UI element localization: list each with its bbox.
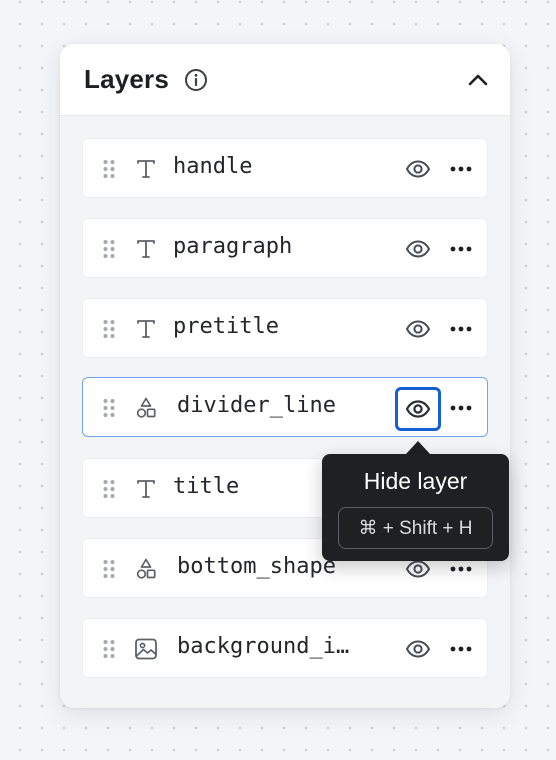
tooltip-title: Hide layer bbox=[363, 468, 468, 494]
layer-row-divider-line[interactable]: divider_line bbox=[82, 377, 488, 437]
layer-row-handle[interactable]: handle bbox=[82, 138, 488, 198]
layer-row-pretitle[interactable]: pretitle bbox=[82, 298, 488, 358]
layer-name[interactable]: handle bbox=[173, 154, 373, 179]
more-options-icon[interactable] bbox=[447, 317, 475, 341]
more-options-icon[interactable] bbox=[447, 157, 475, 181]
drag-handle-icon[interactable] bbox=[101, 158, 117, 180]
eye-icon bbox=[405, 560, 431, 578]
eye-icon bbox=[405, 160, 431, 178]
drag-handle-icon[interactable] bbox=[101, 238, 117, 260]
panel-title: Layers bbox=[84, 64, 170, 94]
drag-handle-icon[interactable] bbox=[101, 318, 117, 340]
more-options-icon[interactable] bbox=[447, 237, 475, 261]
layer-row-paragraph[interactable]: paragraph bbox=[82, 218, 488, 278]
text-icon bbox=[137, 240, 155, 258]
chevron-up-icon[interactable] bbox=[464, 66, 492, 94]
text-icon bbox=[137, 160, 155, 178]
visibility-toggle[interactable] bbox=[395, 230, 441, 268]
eye-icon bbox=[405, 320, 431, 338]
drag-handle-icon[interactable] bbox=[101, 558, 117, 580]
layer-name[interactable]: background_i… bbox=[177, 634, 369, 659]
visibility-toggle[interactable] bbox=[395, 310, 441, 348]
layer-name[interactable]: divider_line bbox=[177, 393, 369, 418]
layer-name[interactable]: paragraph bbox=[173, 234, 373, 259]
text-icon bbox=[137, 480, 155, 498]
image-icon bbox=[135, 638, 157, 660]
tooltip-arrow bbox=[406, 441, 430, 454]
layer-name[interactable]: pretitle bbox=[173, 314, 373, 339]
visibility-toggle[interactable] bbox=[395, 387, 441, 431]
drag-handle-icon[interactable] bbox=[101, 478, 117, 500]
layer-row-background-image[interactable]: background_i… bbox=[82, 618, 488, 678]
drag-handle-icon[interactable] bbox=[101, 638, 117, 660]
more-options-icon[interactable] bbox=[447, 637, 475, 661]
text-icon bbox=[137, 320, 155, 338]
panel-header: Layers bbox=[60, 44, 510, 116]
eye-icon bbox=[405, 240, 431, 258]
shapes-icon bbox=[136, 558, 156, 579]
info-circle-icon[interactable] bbox=[184, 68, 208, 92]
keyboard-shortcut: ⌘ + Shift + H bbox=[338, 507, 493, 549]
shapes-icon bbox=[136, 397, 156, 418]
eye-icon bbox=[405, 640, 431, 658]
drag-handle-icon[interactable] bbox=[101, 397, 117, 419]
visibility-toggle[interactable] bbox=[395, 150, 441, 188]
eye-icon bbox=[405, 400, 431, 418]
visibility-toggle[interactable] bbox=[395, 630, 441, 668]
hide-layer-tooltip: Hide layer ⌘ + Shift + H bbox=[322, 454, 509, 561]
layers-panel: Layers handle paragraph pretitle divider… bbox=[60, 44, 510, 708]
more-options-icon[interactable] bbox=[447, 396, 475, 420]
